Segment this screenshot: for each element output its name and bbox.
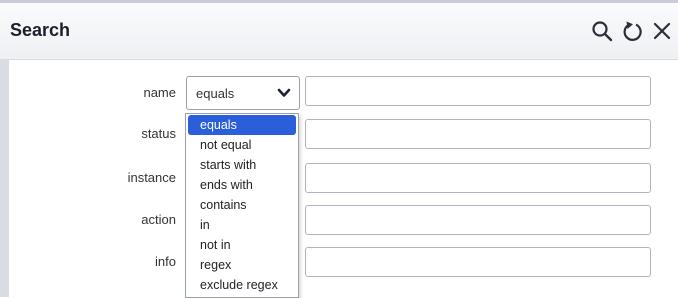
option-regex[interactable]: regex: [186, 255, 298, 275]
option-in[interactable]: in: [186, 215, 298, 235]
select-value: equals: [196, 86, 235, 101]
search-panel: Search name status instance action info …: [0, 3, 678, 298]
option-equals[interactable]: equals: [188, 115, 296, 135]
action-value-input[interactable]: [305, 205, 651, 235]
operator-dropdown-list[interactable]: equals not equal starts with ends with c…: [185, 113, 299, 298]
option-exclude-regex[interactable]: exclude regex: [186, 275, 298, 295]
panel-title: Search: [10, 20, 71, 40]
label-info: info: [155, 254, 176, 269]
option-not-equal[interactable]: not equal: [186, 135, 298, 155]
label-action: action: [141, 212, 176, 227]
panel-header: Search: [0, 3, 678, 60]
name-operator-select[interactable]: equals: [186, 76, 300, 110]
option-ends-with[interactable]: ends with: [186, 175, 298, 195]
option-not-in[interactable]: not in: [186, 235, 298, 255]
label-instance: instance: [127, 170, 176, 185]
search-icon[interactable]: [590, 19, 614, 43]
status-value-input[interactable]: [305, 119, 651, 149]
close-icon[interactable]: [650, 19, 674, 43]
info-value-input[interactable]: [305, 247, 651, 277]
option-contains[interactable]: contains: [186, 195, 298, 215]
refresh-icon[interactable]: [620, 19, 644, 43]
label-status: status: [141, 126, 176, 141]
label-name: name: [143, 85, 176, 100]
chevron-down-icon: [277, 88, 291, 97]
instance-value-input[interactable]: [305, 163, 651, 193]
option-starts-with[interactable]: starts with: [186, 155, 298, 175]
left-frame-edge: [0, 59, 9, 297]
name-value-input[interactable]: [305, 76, 651, 106]
